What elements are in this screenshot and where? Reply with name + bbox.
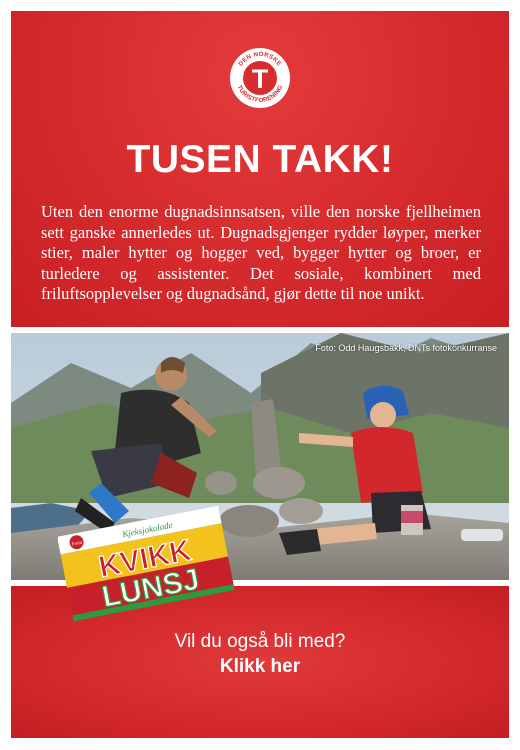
body-text: Uten den enorme dugnadsinnsatsen, ville …: [41, 202, 481, 303]
kvikk-lunsj-candy-image: Freia Kjeksjokolade KVIKK LUNSJ: [58, 505, 235, 622]
cta-question: Vil du også bli med?: [174, 631, 346, 652]
ad-frame: DEN NORSKE TURISTFORENING T TUSEN TAKK! …: [0, 0, 520, 750]
logo-letter: T: [252, 64, 269, 94]
headline: TUSEN TAKK!: [126, 138, 394, 181]
cta-link-klikk-her[interactable]: Klikk her: [11, 656, 509, 678]
dnt-logo-icon: DEN NORSKE TURISTFORENING T: [230, 48, 290, 108]
photo-credit: Foto: Odd Haugsbakk, DNTs fotokonkurrans…: [315, 343, 497, 353]
